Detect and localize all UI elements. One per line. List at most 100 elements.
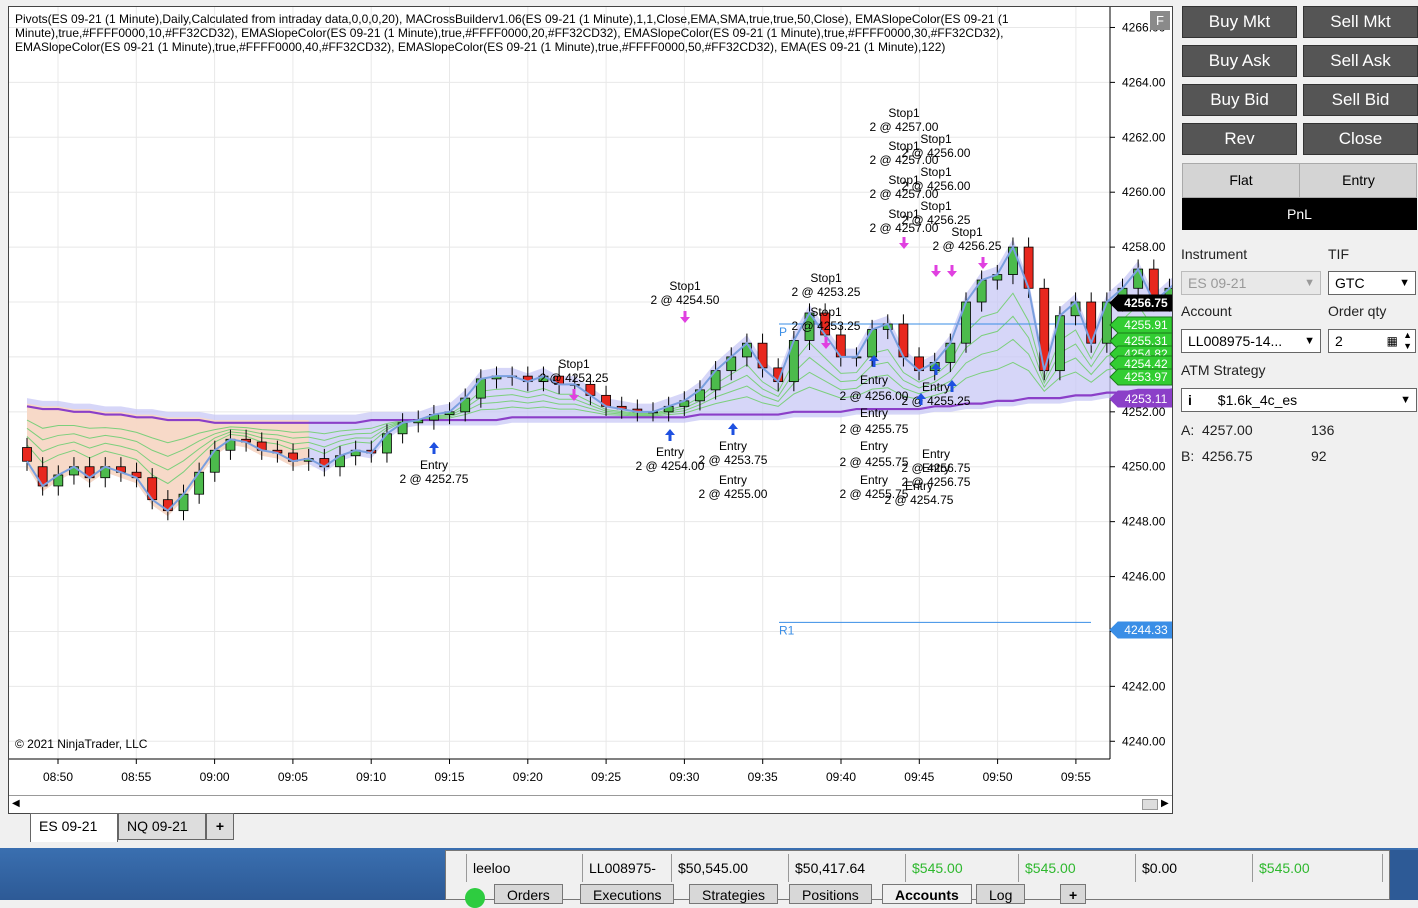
sell-ask-button[interactable]: Sell Ask <box>1303 45 1418 77</box>
trade-annotation: Entry <box>719 439 747 453</box>
ask-size: 136 <box>1311 422 1335 438</box>
scroll-right-icon[interactable]: ▶ <box>1161 798 1169 809</box>
scroll-left-icon[interactable]: ◀ <box>12 798 20 809</box>
atm-strategy-select[interactable]: i $1.6k_4c_es ▼ <box>1181 388 1417 412</box>
candle-body <box>22 447 32 462</box>
x-tick-label: 09:40 <box>826 770 856 784</box>
sell-mkt-button[interactable]: Sell Mkt <box>1303 6 1418 38</box>
trade-annotation: 2 @ 4253.25 <box>792 285 861 299</box>
trade-annotation: Entry <box>922 380 950 394</box>
ask-price: 4257.00 <box>1202 422 1253 438</box>
bid-size: 92 <box>1311 448 1327 464</box>
y-tick-label: 4264.00 <box>1122 75 1166 89</box>
tab-es-09-21[interactable]: ES 09-21 <box>30 813 118 842</box>
pivot-r1-label: R1 <box>779 623 795 637</box>
sell-arrow-icon <box>947 265 957 277</box>
sell-arrow-icon <box>931 265 941 277</box>
chart-window[interactable]: 4266.004264.004262.004260.004258.004256.… <box>8 6 1173 814</box>
x-tick-label: 09:45 <box>904 770 934 784</box>
x-tick-label: 09:25 <box>591 770 621 784</box>
x-tick-label: 09:05 <box>278 770 308 784</box>
close-button[interactable]: Close <box>1303 123 1418 155</box>
add-panel-tab-button[interactable]: + <box>1060 884 1087 904</box>
x-tick-label: 09:00 <box>200 770 230 784</box>
sell-bid-button[interactable]: Sell Bid <box>1303 84 1418 116</box>
f-button[interactable]: F <box>1150 11 1170 30</box>
price-marker-label: 4256.75 <box>1124 296 1168 310</box>
trade-annotation: 2 @ 4253.75 <box>699 453 768 467</box>
info-icon[interactable]: i <box>1188 392 1192 408</box>
bid-label: B: <box>1181 448 1195 464</box>
chevron-down-icon: ▼ <box>1304 335 1315 347</box>
trade-annotation: Stop1 <box>888 139 920 153</box>
instrument-select[interactable]: ES 09-21 ▼ <box>1181 271 1321 295</box>
buy-arrow-icon <box>665 429 675 441</box>
tif-select[interactable]: GTC ▼ <box>1328 271 1416 295</box>
account-id: LL008975- <box>583 854 672 882</box>
price-marker-label: 4253.11 <box>1125 392 1168 406</box>
trade-annotation: Entry <box>860 439 888 453</box>
trade-annotation: Stop1 <box>951 225 983 239</box>
tab-log[interactable]: Log <box>976 884 1026 904</box>
tab-orders[interactable]: Orders <box>494 884 563 904</box>
buy-mkt-button[interactable]: Buy Mkt <box>1182 6 1297 38</box>
x-tick-label: 09:10 <box>356 770 386 784</box>
x-tick-label: 09:50 <box>983 770 1013 784</box>
accounts-panel: leeloo LL008975- $50,545.00 $50,417.64 $… <box>445 850 1390 908</box>
tif-value: GTC <box>1335 275 1365 291</box>
buy-bid-button[interactable]: Buy Bid <box>1182 84 1297 116</box>
x-tick-label: 08:55 <box>121 770 151 784</box>
y-tick-label: 4250.00 <box>1122 460 1166 474</box>
trade-annotation: Stop1 <box>888 106 920 120</box>
tab-positions[interactable]: Positions <box>789 884 872 904</box>
trade-annotation: 2 @ 4254.75 <box>885 493 954 507</box>
account-user: leeloo <box>466 854 583 882</box>
buy-arrow-icon <box>429 442 439 454</box>
trade-annotation: Stop1 <box>810 271 842 285</box>
trade-annotation: 2 @ 4254.00 <box>636 459 705 473</box>
trade-annotation: Entry <box>905 479 933 493</box>
account-select[interactable]: LL008975-14... ▼ <box>1181 329 1321 353</box>
order-qty-input[interactable]: 2 ▦ ▲ ▼ <box>1328 329 1416 353</box>
x-tick-label: 09:35 <box>748 770 778 784</box>
stepper-icon[interactable]: ▲ ▼ <box>1403 330 1412 352</box>
cash-value: $50,545.00 <box>672 854 789 882</box>
horizontal-scrollbar[interactable]: ◀ ▶ <box>9 795 1172 813</box>
trade-annotation: Entry <box>922 461 950 475</box>
trade-annotation: 2 @ 4255.00 <box>699 487 768 501</box>
calculator-icon[interactable]: ▦ <box>1387 330 1398 352</box>
tab-executions[interactable]: Executions <box>580 884 675 904</box>
sell-arrow-icon <box>978 257 988 269</box>
tab-nq-09-21[interactable]: NQ 09-21 <box>118 813 206 840</box>
instrument-value: ES 09-21 <box>1188 275 1247 291</box>
order-qty-label: Order qty <box>1328 303 1387 319</box>
y-tick-label: 4248.00 <box>1122 515 1166 529</box>
tab-strategies[interactable]: Strategies <box>689 884 779 904</box>
trade-annotation: Entry <box>420 458 448 472</box>
copyright: © 2021 NinjaTrader, LLC <box>15 737 148 751</box>
trade-annotation: 2 @ 4255.75 <box>840 455 909 469</box>
trade-annotation: 2 @ 4254.50 <box>651 293 720 307</box>
chart-canvas[interactable]: 4266.004264.004262.004260.004258.004256.… <box>9 7 1172 797</box>
tab-accounts[interactable]: Accounts <box>882 884 972 904</box>
y-tick-label: 4260.00 <box>1122 185 1166 199</box>
chevron-down-icon: ▼ <box>1400 394 1411 406</box>
buy-ask-button[interactable]: Buy Ask <box>1182 45 1297 77</box>
rev-button[interactable]: Rev <box>1182 123 1297 155</box>
trade-annotation: 2 @ 4257.00 <box>870 221 939 235</box>
trade-annotation: Stop1 <box>920 199 952 213</box>
x-tick-label: 09:15 <box>434 770 464 784</box>
trade-annotation: Stop1 <box>810 305 842 319</box>
entry-label: Entry <box>1342 172 1375 188</box>
trade-annotation: 2 @ 4255.75 <box>840 422 909 436</box>
chevron-down-icon: ▼ <box>1399 277 1410 289</box>
trade-annotation: Entry <box>656 445 684 459</box>
price-marker-label: 4253.97 <box>1124 370 1168 384</box>
x-tick-label: 09:20 <box>513 770 543 784</box>
add-tab-button[interactable]: + <box>206 813 234 840</box>
trade-annotation: 2 @ 4256.25 <box>933 239 1002 253</box>
trade-annotation: Stop1 <box>920 132 952 146</box>
scroll-thumb[interactable] <box>1142 799 1158 810</box>
trade-annotation: Stop1 <box>669 279 701 293</box>
flat-label: Flat <box>1183 164 1300 197</box>
